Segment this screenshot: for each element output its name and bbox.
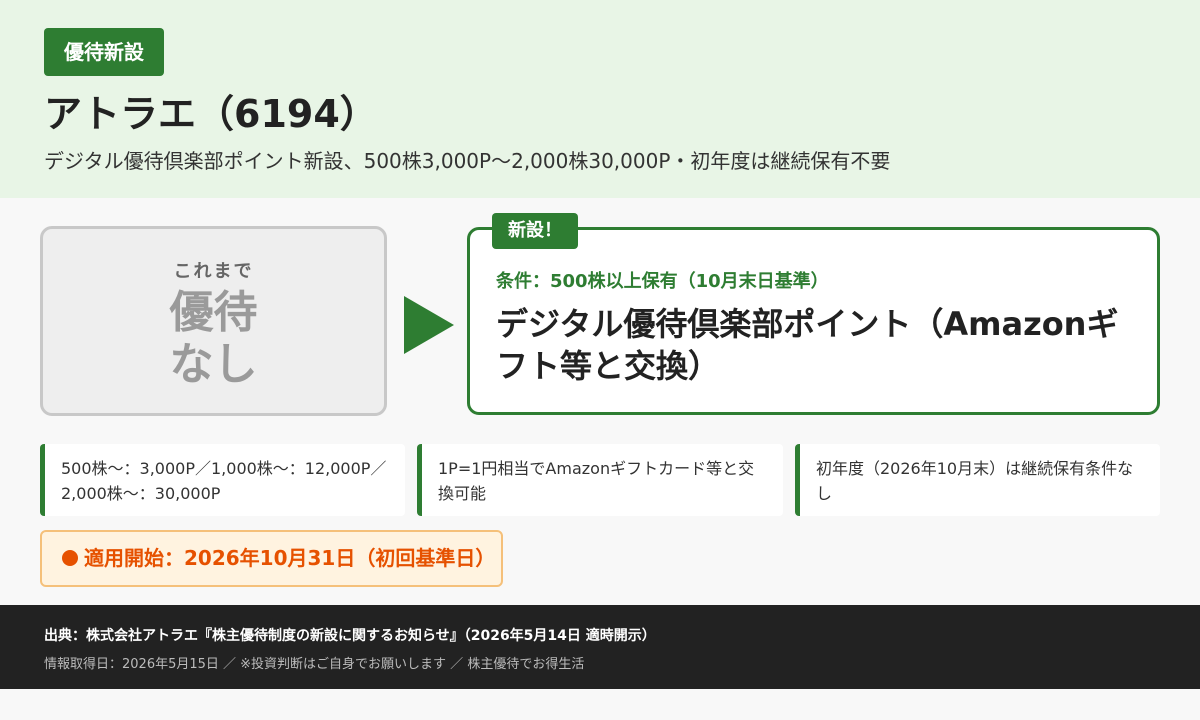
arrow-right-icon: [404, 296, 454, 354]
fetched-date-text: 情報取得日：2026年5月15日 ／ ※投資判断はご自身でお願いします ／ 株主…: [44, 657, 585, 672]
before-value: 優待 なし: [43, 287, 384, 391]
detail-card-exchange: 1P=1円相当でAmazonギフトカード等と交換可能: [417, 444, 783, 516]
before-value-line2: なし: [169, 339, 258, 390]
footer: 出典：株式会社アトラエ『株主優待制度の新設に関するお知らせ』（2026年5月14…: [0, 605, 1200, 689]
header-section: 優待新設 アトラエ（6194） デジタル優待倶楽部ポイント新設、500株3,00…: [0, 0, 1200, 198]
condition-text: 条件：500株以上保有（10月末日基準）: [496, 271, 829, 292]
detail-card-first-year: 初年度（2026年10月末）は継続保有条件なし: [795, 444, 1160, 516]
benefit-text: デジタル優待倶楽部ポイント（Amazonギフト等と交換）: [496, 305, 1119, 385]
before-card: これまで 優待 なし: [40, 226, 387, 416]
page-subtitle: デジタル優待倶楽部ポイント新設、500株3,000P〜2,000株30,000P…: [44, 149, 891, 173]
before-value-line1: 優待: [169, 287, 258, 338]
new-benefit-badge: 優待新設: [44, 28, 164, 76]
before-label: これまで: [173, 261, 254, 282]
start-date-box: 適用開始：2026年10月31日（初回基準日）: [40, 530, 503, 587]
start-date-text: 適用開始：2026年10月31日（初回基準日）: [84, 546, 496, 570]
source-text: 出典：株式会社アトラエ『株主優待制度の新設に関するお知らせ』（2026年5月14…: [44, 628, 656, 644]
detail-card-points: 500株〜：3,000P／1,000株〜：12,000P／2,000株〜：30,…: [40, 444, 405, 516]
page-title: アトラエ（6194）: [44, 92, 378, 136]
circle-bullet-icon: [62, 550, 78, 566]
new-tag: 新設！: [492, 213, 578, 249]
